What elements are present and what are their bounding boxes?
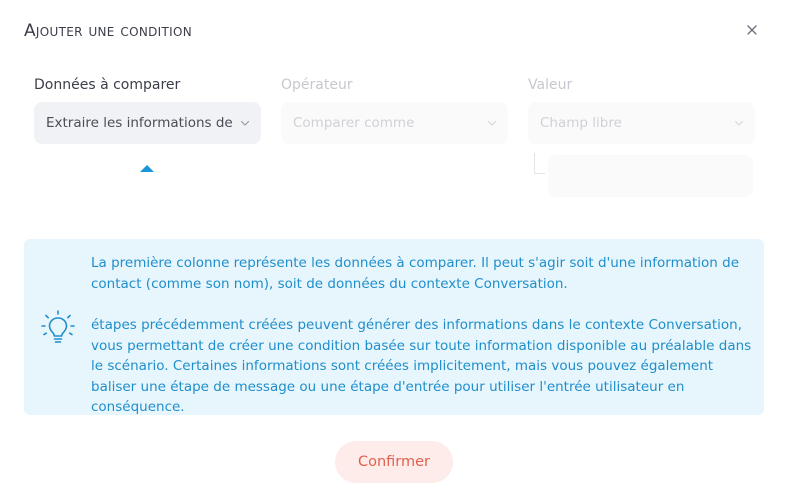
column-label-operator: Opérateur (281, 77, 353, 93)
lightbulb-icon (41, 310, 75, 343)
info-paragraph-1: La première colonne représente les donné… (91, 255, 740, 292)
close-icon[interactable] (744, 22, 760, 38)
operator-select[interactable]: Comparer comme (281, 102, 508, 144)
column-label-data: Données à comparer (34, 77, 181, 93)
value-select-value: Champ libre (540, 115, 622, 131)
value-connector-line (534, 153, 545, 174)
data-select-value: Extraire les informations de (46, 115, 233, 131)
operator-select-value: Comparer comme (293, 115, 415, 131)
confirm-button[interactable]: Confirmer (335, 441, 453, 483)
chevron-down-icon (240, 120, 250, 126)
info-paragraph-2: étapes précédemment créées peuvent génér… (91, 317, 752, 415)
data-select[interactable]: Extraire les informations de (34, 102, 261, 144)
chevron-down-icon (734, 120, 744, 126)
chevron-down-icon (487, 120, 497, 126)
dialog-title: Ajouter une condition (24, 21, 192, 41)
value-select[interactable]: Champ libre (528, 102, 755, 144)
value-free-field[interactable] (548, 155, 753, 197)
tooltip-pointer (140, 165, 154, 172)
add-condition-dialog: Ajouter une condition Données à comparer… (0, 0, 790, 499)
info-box: La première colonne représente les donné… (24, 239, 764, 415)
column-label-value: Valeur (528, 77, 573, 93)
info-text: La première colonne représente les donné… (91, 253, 761, 418)
